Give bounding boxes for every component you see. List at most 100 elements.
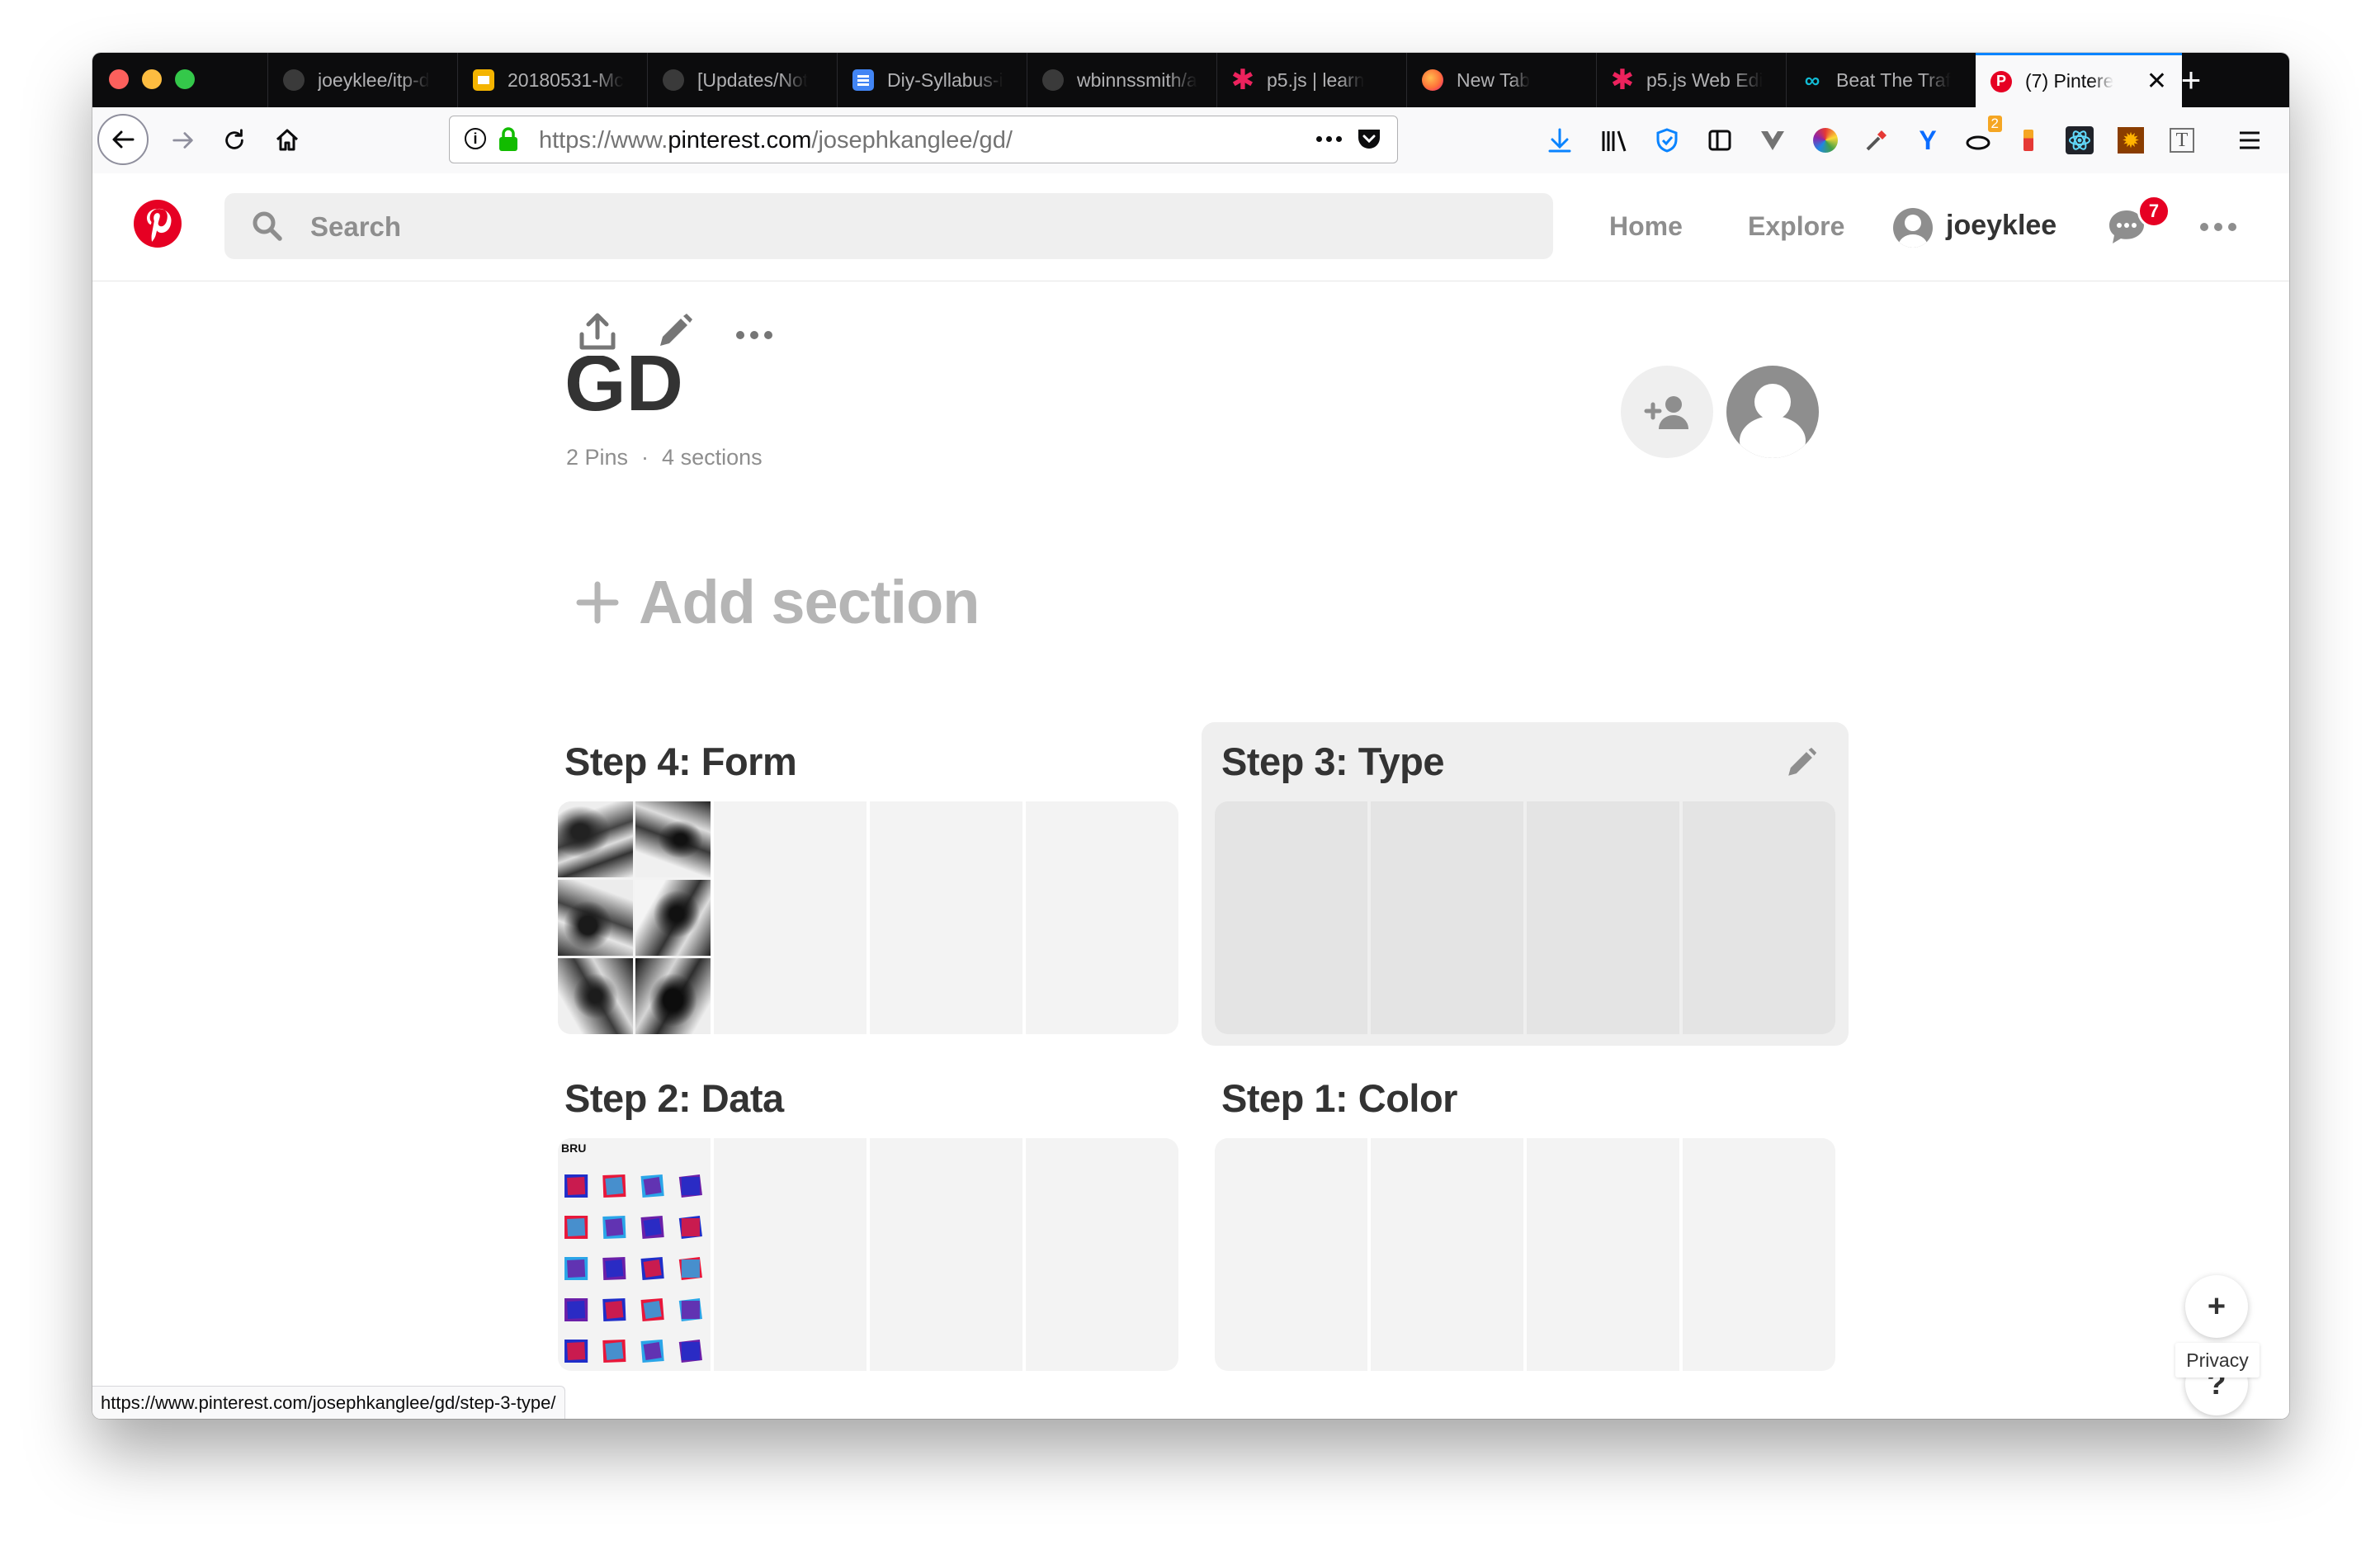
- search-placeholder: Search: [310, 211, 402, 242]
- tab-beat-the-traffic[interactable]: ∞ Beat The Traf: [1786, 53, 1976, 107]
- edit-section-button[interactable]: [1784, 747, 1817, 784]
- section-card-step-1[interactable]: Step 1: Color: [1202, 1059, 1849, 1382]
- section-title: Step 2: Data: [564, 1076, 784, 1120]
- colorzilla-icon[interactable]: [1811, 125, 1840, 155]
- share-upload-icon: [579, 313, 616, 350]
- edit-board-button[interactable]: [655, 313, 693, 355]
- section-title: Step 4: Form: [564, 740, 797, 783]
- home-icon: [276, 129, 299, 151]
- add-pin-button[interactable]: +: [2185, 1275, 2248, 1338]
- hamburger-menu-icon[interactable]: [2235, 125, 2264, 155]
- board-owner-avatar[interactable]: [1726, 366, 1819, 458]
- new-tab-button[interactable]: +: [2169, 58, 2213, 102]
- y-extension-icon[interactable]: Y: [1913, 125, 1943, 155]
- nav-home-link[interactable]: Home: [1609, 211, 1683, 242]
- react-devtools-icon[interactable]: [2065, 125, 2094, 155]
- pin-placeholder: [1683, 801, 1835, 1034]
- tab-title: wbinnssmith/a: [1077, 69, 1197, 91]
- arrow-right-icon: [172, 132, 193, 149]
- add-collaborator-button[interactable]: [1621, 366, 1713, 458]
- pin-thumbnail: [558, 801, 711, 1034]
- library-icon[interactable]: [1599, 125, 1629, 155]
- search-input[interactable]: Search: [224, 193, 1553, 259]
- tab-docs[interactable]: Diy-Syllabus-i: [837, 53, 1027, 107]
- slides-icon: [473, 69, 494, 91]
- shield-icon[interactable]: [1652, 125, 1682, 155]
- tab-slides[interactable]: 20180531-Mc: [457, 53, 647, 107]
- p5-icon: ✱: [1230, 64, 1255, 96]
- section-card-step-4[interactable]: Step 4: Form: [545, 722, 1192, 1046]
- lock-icon[interactable]: [498, 126, 519, 157]
- tab-p5-learn[interactable]: ✱ p5.js | learn: [1216, 53, 1406, 107]
- pencil-icon: [660, 314, 692, 346]
- board-more-options-icon[interactable]: [736, 331, 772, 339]
- pocket-icon[interactable]: [1356, 127, 1382, 156]
- add-person-icon: [1644, 396, 1688, 429]
- section-pin-preview: [1215, 801, 1835, 1034]
- pin-thumbnail: BRU: [558, 1138, 711, 1371]
- pin-placeholder: [1371, 801, 1523, 1034]
- reload-icon: [225, 129, 243, 149]
- home-button[interactable]: [266, 119, 309, 162]
- page-actions-icon[interactable]: [1316, 136, 1342, 142]
- tab-title: (7) Pintere: [2025, 70, 2114, 92]
- search-icon: [253, 211, 282, 241]
- board-title: GD: [564, 356, 683, 422]
- pencil-icon: [1788, 747, 1817, 776]
- tab-title: p5.js Web Edi: [1646, 69, 1764, 91]
- section-count: 4 sections: [662, 445, 763, 470]
- battery-extension-icon[interactable]: [2014, 125, 2043, 155]
- sidebar-icon[interactable]: [1705, 125, 1735, 155]
- pin-placeholder: [870, 1138, 1022, 1371]
- tab-title: New Tab: [1457, 69, 1531, 91]
- section-card-step-3[interactable]: Step 3: Type: [1202, 722, 1849, 1046]
- text-extension-icon[interactable]: T: [2167, 125, 2197, 155]
- privacy-link[interactable]: Privacy: [2175, 1343, 2260, 1378]
- user-avatar[interactable]: [1893, 208, 1933, 248]
- add-section-label: Add section: [639, 568, 980, 636]
- nav-explore-link[interactable]: Explore: [1748, 211, 1844, 242]
- close-window-button[interactable]: [109, 69, 129, 89]
- downloads-icon[interactable]: [1545, 125, 1575, 155]
- tab-new-tab[interactable]: New Tab: [1406, 53, 1596, 107]
- tab-title: [Updates/Not: [697, 69, 809, 91]
- tab-github-itp[interactable]: joeyklee/itp-d: [267, 53, 457, 107]
- tab-pinterest[interactable]: P (7) Pintere ✕: [1976, 53, 2182, 107]
- eyedropper-icon[interactable]: [1862, 125, 1891, 155]
- pinterest-header: Search Home Explore joeyklee 7: [92, 173, 2289, 281]
- pin-placeholder: [1527, 801, 1679, 1034]
- sun-extension-icon[interactable]: ✹: [2116, 125, 2146, 155]
- username-link[interactable]: joeyklee: [1946, 210, 2057, 242]
- navigation-toolbar: i https://www.pinterest.com/josephkangle…: [92, 107, 2289, 174]
- url-bar[interactable]: i https://www.pinterest.com/josephkangle…: [449, 116, 1398, 163]
- url-text: https://www.pinterest.com/josephkanglee/…: [539, 127, 1013, 154]
- pinterest-logo-icon[interactable]: [134, 200, 182, 248]
- tab-github-updates[interactable]: [Updates/Not: [647, 53, 837, 107]
- section-card-step-2[interactable]: Step 2: Data BRU: [545, 1059, 1192, 1382]
- info-icon[interactable]: i: [465, 128, 486, 149]
- back-button[interactable]: [97, 114, 149, 165]
- share-button[interactable]: [578, 311, 617, 357]
- pin-placeholder: [1683, 1138, 1835, 1371]
- link-icon: ∞: [1804, 67, 1820, 92]
- bookmark-extension-icon[interactable]: 2: [1964, 116, 2002, 155]
- tab-github-wbinnssmith[interactable]: wbinnssmith/a: [1027, 53, 1216, 107]
- docs-icon: [852, 69, 874, 91]
- close-tab-icon[interactable]: ✕: [2146, 67, 2167, 96]
- pin-placeholder: [1527, 1138, 1679, 1371]
- tab-strip: joeyklee/itp-d 20180531-Mc [Updates/Not …: [92, 53, 2289, 107]
- more-options-icon[interactable]: [2200, 223, 2236, 231]
- status-bar-url: https://www.pinterest.com/josephkanglee/…: [92, 1386, 565, 1419]
- minimize-window-button[interactable]: [142, 69, 162, 89]
- pin-count[interactable]: 2 Pins: [566, 445, 628, 470]
- forward-button[interactable]: [162, 119, 205, 162]
- zoom-window-button[interactable]: [175, 69, 195, 89]
- add-section-button[interactable]: Add section: [576, 567, 980, 637]
- pin-placeholder: [1215, 801, 1367, 1034]
- board-page: GD 2 Pins · 4 sections Add section Step 4:…: [92, 281, 2289, 1419]
- pin-placeholder: [714, 1138, 867, 1371]
- tab-p5-web-editor[interactable]: ✱ p5.js Web Edi: [1596, 53, 1786, 107]
- reload-button[interactable]: [213, 119, 256, 162]
- section-pin-preview: BRU: [558, 1138, 1178, 1371]
- vue-devtools-icon[interactable]: [1758, 125, 1787, 155]
